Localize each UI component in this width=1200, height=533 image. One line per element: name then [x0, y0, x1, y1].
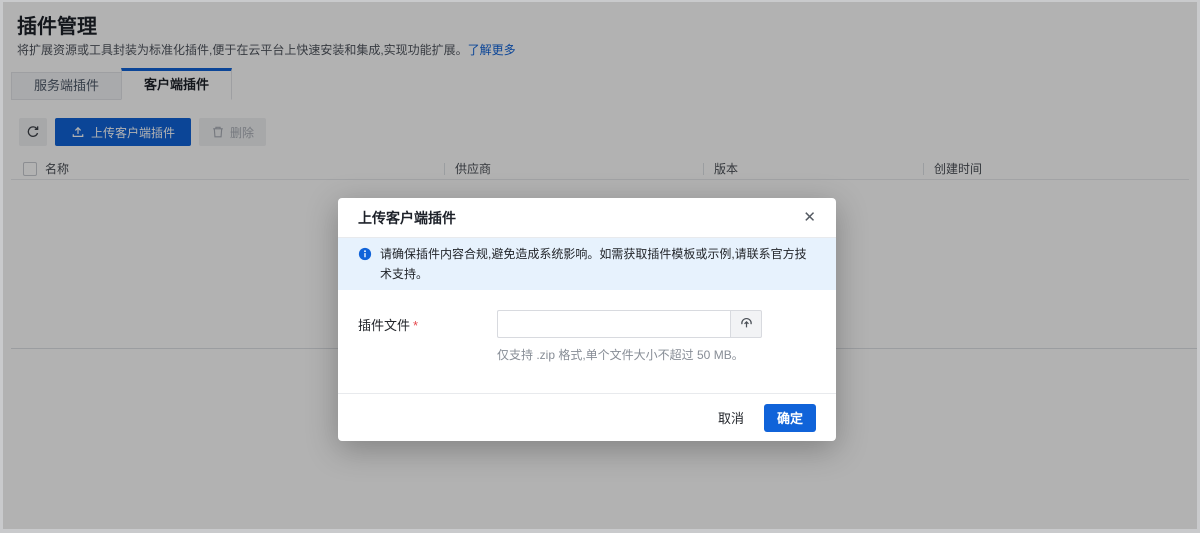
info-circle-icon — [358, 244, 372, 284]
field-label-text: 插件文件 — [358, 318, 410, 333]
plugin-file-input-group — [497, 310, 762, 338]
plugin-file-form-row: 插件文件* — [358, 310, 816, 338]
close-icon[interactable]: ✕ — [803, 210, 816, 225]
plugin-file-label: 插件文件* — [358, 315, 497, 334]
dialog-title: 上传客户端插件 — [358, 208, 456, 228]
confirm-button[interactable]: 确定 — [764, 404, 816, 432]
alert-text: 请确保插件内容合规,避免造成系统影响。如需获取插件模板或示例,请联系官方技术支持… — [380, 244, 816, 284]
dialog-info-alert: 请确保插件内容合规,避免造成系统影响。如需获取插件模板或示例,请联系官方技术支持… — [338, 238, 836, 290]
cancel-button[interactable]: 取消 — [718, 408, 744, 427]
file-upload-button[interactable] — [730, 310, 762, 338]
upload-client-plugin-dialog: 上传客户端插件 ✕ 请确保插件内容合规,避免造成系统影响。如需获取插件模板或示例… — [338, 198, 836, 441]
dialog-body: 插件文件* 仅支持 .zip 格式,单个 — [338, 290, 836, 393]
plugin-management-page: 插件管理 将扩展资源或工具封装为标准化插件,便于在云平台上快速安装和集成,实现功… — [3, 2, 1197, 529]
dialog-footer: 取消 确定 — [338, 393, 836, 441]
arc-upload-icon — [739, 315, 754, 333]
plugin-file-input[interactable] — [497, 310, 730, 338]
required-mark: * — [413, 318, 418, 333]
dialog-header: 上传客户端插件 ✕ — [338, 198, 836, 238]
file-format-hint: 仅支持 .zip 格式,单个文件大小不超过 50 MB。 — [497, 346, 816, 363]
